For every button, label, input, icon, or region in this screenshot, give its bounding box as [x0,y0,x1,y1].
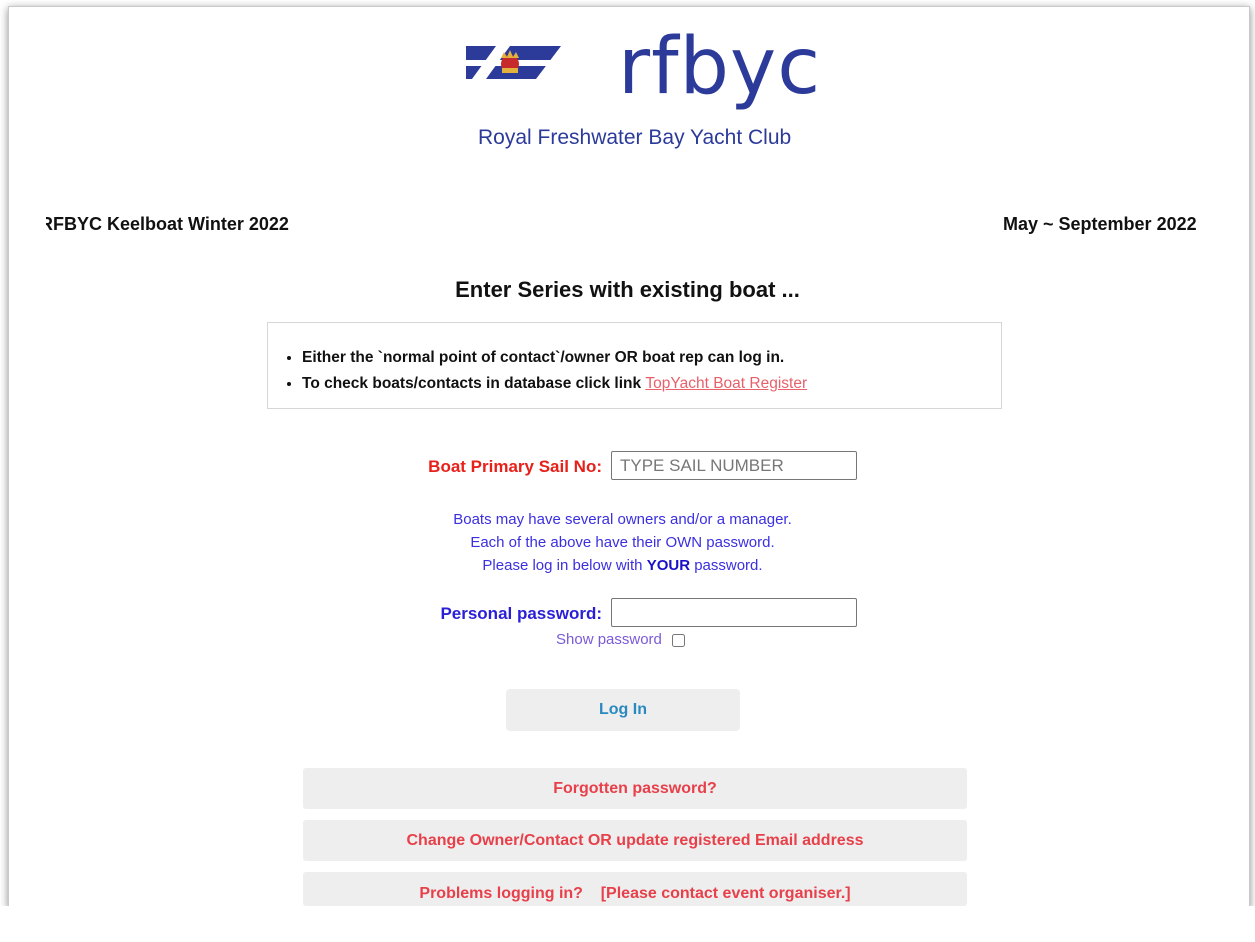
show-password-toggle[interactable]: Show password [556,631,686,648]
show-password-checkbox[interactable] [672,634,686,647]
logo-wordmark: rfbyc [618,22,822,112]
info-box: Either the `normal point of contact`/own… [267,322,1002,409]
flag-crown-icon [466,46,561,79]
boat-register-link[interactable]: TopYacht Boat Register [645,375,807,392]
club-logo: rfbyc Royal Freshwater Bay Yacht Club [466,28,820,156]
forgot-password-button[interactable]: Forgotten password? [303,768,967,809]
login-problems-button[interactable]: Problems logging in? [Please contact eve… [303,872,967,906]
info-item-login: Either the `normal point of contact`/own… [302,345,807,371]
password-note: Boats may have several owners and/or a m… [0,508,1245,577]
password-input[interactable] [611,598,857,627]
login-button[interactable]: Log In [506,689,740,731]
series-dates: May ~ September 2022 [1003,214,1197,234]
sail-number-input[interactable] [611,451,857,480]
show-password-label: Show password [556,631,662,648]
note-line-1: Boats may have several owners and/or a m… [453,511,792,528]
page-title: Enter Series with existing boat ... [455,277,800,302]
note-line-3-suffix: password. [690,557,763,574]
change-owner-button[interactable]: Change Owner/Contact OR update registere… [303,820,967,861]
page-bottom [0,906,1255,942]
series-name: RFBYC Keelboat Winter 2022 [46,214,289,234]
info-list: Either the `normal point of contact`/own… [268,345,807,397]
note-line-2: Each of the above have their OWN passwor… [470,534,775,551]
note-line-3: Please log in below with YOUR password. [0,554,1245,577]
sail-number-label: Boat Primary Sail No: [428,457,602,476]
note-line-3-emphasis: YOUR [646,557,691,574]
series-row: RFBYC Keelboat Winter 2022 May ~ Septemb… [46,214,1214,238]
password-label: Personal password: [440,604,602,623]
info-item-register-text: To check boats/contacts in database clic… [302,375,646,392]
info-item-register: To check boats/contacts in database clic… [302,371,807,397]
note-line-3-prefix: Please log in below with [482,557,647,574]
logo-subtitle: Royal Freshwater Bay Yacht Club [478,126,792,149]
